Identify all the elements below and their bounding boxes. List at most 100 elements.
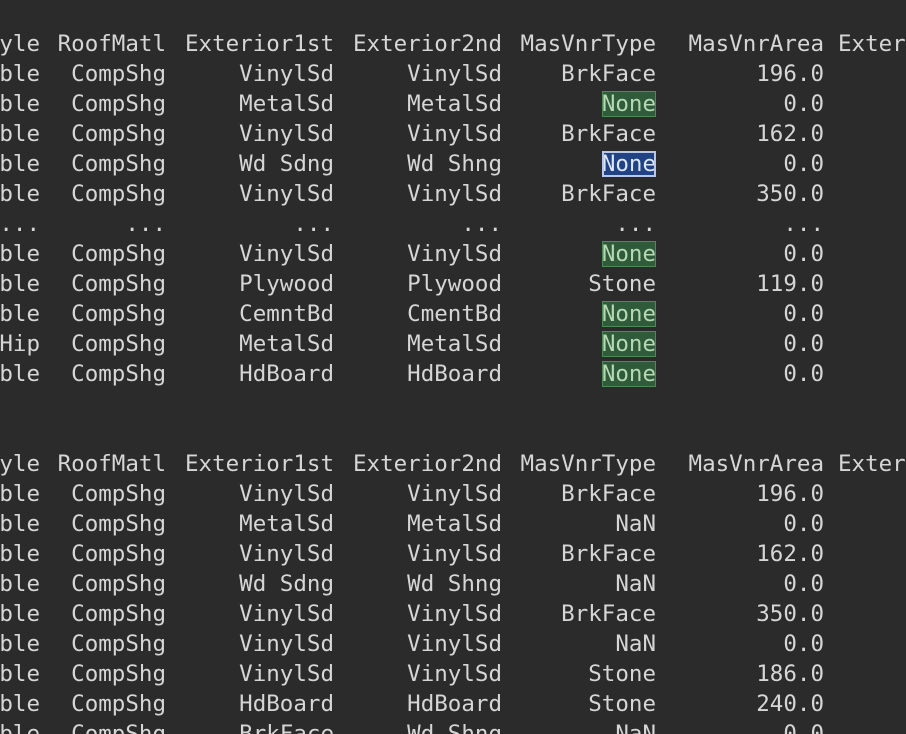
cell-exterior2nd-value: ... bbox=[461, 211, 502, 237]
cell-masvnrarea-value: 0.0 bbox=[783, 241, 824, 267]
cell-masvnrarea: 0.0 bbox=[656, 149, 824, 179]
cell-exterior2nd: Plywood bbox=[334, 269, 502, 299]
cell-masvnrtype-value: BrkFace bbox=[561, 181, 656, 207]
cell-masvnrarea-value: 0.0 bbox=[783, 91, 824, 117]
cell-exterior1st-value: VinylSd bbox=[239, 241, 334, 267]
cell-exterior1st: BrkFace bbox=[166, 719, 334, 734]
cell-style-value: ble bbox=[0, 121, 40, 147]
cell-roofmatl: CompShg bbox=[40, 599, 166, 629]
cell-exterior2nd: MetalSd bbox=[334, 509, 502, 539]
cell-masvnrarea: 350.0 bbox=[656, 179, 824, 209]
cell-roofmatl-value: CompShg bbox=[71, 601, 166, 627]
cell-roofmatl-value: ... bbox=[125, 211, 166, 237]
cell-masvnrarea: 162.0 bbox=[656, 539, 824, 569]
cell-masvnrtype: Stone bbox=[502, 659, 656, 689]
cell-exterior2nd-value: VinylSd bbox=[407, 241, 502, 267]
table-row: ble CompShg VinylSd VinylSd None 0.0 bbox=[0, 239, 906, 269]
table-row: ble CompShg HdBoard HdBoard Stone 240.0 bbox=[0, 689, 906, 719]
cell-masvnrarea-value: 350.0 bbox=[756, 181, 824, 207]
search-match-highlight[interactable]: None bbox=[601, 331, 656, 357]
search-match-highlight[interactable]: None bbox=[601, 361, 656, 387]
cell-masvnrtype-value: ... bbox=[615, 211, 656, 237]
cell-exterior1st: MetalSd bbox=[166, 509, 334, 539]
cell-style: ble bbox=[0, 629, 40, 659]
cell-exterior1st: VinylSd bbox=[166, 629, 334, 659]
cell-exterior1st: VinylSd bbox=[166, 479, 334, 509]
cell-roofmatl: CompShg bbox=[40, 569, 166, 599]
cell-exterior2nd: VinylSd bbox=[334, 629, 502, 659]
cell-style: ble bbox=[0, 539, 40, 569]
cell-exterior1st-value: Wd Sdng bbox=[239, 571, 334, 597]
cell-roofmatl: CompShg bbox=[40, 359, 166, 389]
cell-masvnrarea-value: 196.0 bbox=[756, 61, 824, 87]
cell-masvnrarea-value: 0.0 bbox=[783, 721, 824, 734]
cell-style-value: Hip bbox=[0, 331, 40, 357]
cell-style: ble bbox=[0, 149, 40, 179]
cell-roofmatl: CompShg bbox=[40, 89, 166, 119]
terminal-output[interactable]: yle RoofMatl Exterior1st Exterior2nd Mas… bbox=[0, 0, 906, 734]
cell-exterior2nd: VinylSd bbox=[334, 659, 502, 689]
cell-exterior1st: VinylSd bbox=[166, 659, 334, 689]
cell-exterior1st: Plywood bbox=[166, 269, 334, 299]
cell-style-value: ble bbox=[0, 151, 40, 177]
cell-exterior2nd-value: VinylSd bbox=[407, 181, 502, 207]
cell-masvnrarea-value: 186.0 bbox=[756, 661, 824, 687]
cell-masvnrarea: 162.0 bbox=[656, 119, 824, 149]
cell-roofmatl-value: CompShg bbox=[71, 151, 166, 177]
cell-style-value: ble bbox=[0, 691, 40, 717]
cell-style-value: ble bbox=[0, 541, 40, 567]
cell-exterior1st: CemntBd bbox=[166, 299, 334, 329]
cell-exterior1st-value: HdBoard bbox=[239, 691, 334, 717]
cell-masvnrtype: BrkFace bbox=[502, 479, 656, 509]
cell-exterior2nd: VinylSd bbox=[334, 179, 502, 209]
table-row: ble CompShg VinylSd VinylSd BrkFace 196.0 bbox=[0, 59, 906, 89]
cell-exterior1st-value: ... bbox=[293, 211, 334, 237]
header-exterior2nd: Exterior2nd bbox=[352, 451, 502, 477]
cell-masvnrarea-value: 119.0 bbox=[756, 271, 824, 297]
cell-exterior1st: HdBoard bbox=[166, 359, 334, 389]
search-match-highlight[interactable]: None bbox=[601, 241, 656, 267]
cell-masvnrtype: None bbox=[502, 239, 656, 269]
cell-masvnrtype-value: BrkFace bbox=[561, 481, 656, 507]
cell-style-value: ble bbox=[0, 61, 40, 87]
table-row: ble CompShg VinylSd VinylSd BrkFace 350.0 bbox=[0, 599, 906, 629]
cell-roofmatl: CompShg bbox=[40, 539, 166, 569]
cell-masvnrtype: BrkFace bbox=[502, 539, 656, 569]
cell-masvnrtype-value: BrkFace bbox=[561, 601, 656, 627]
cell-style: ble bbox=[0, 89, 40, 119]
cell-masvnrarea-value: 0.0 bbox=[783, 571, 824, 597]
cell-masvnrarea-value: ... bbox=[783, 211, 824, 237]
cell-masvnrarea: 0.0 bbox=[656, 569, 824, 599]
cell-masvnrarea-value: 240.0 bbox=[756, 691, 824, 717]
table-row: ble CompShg BrkFace Wd Shng NaN 0.0 bbox=[0, 719, 906, 734]
cell-style: Hip bbox=[0, 329, 40, 359]
cell-exterior1st: ... bbox=[166, 209, 334, 239]
cell-exterior2nd: HdBoard bbox=[334, 689, 502, 719]
cell-roofmatl-value: CompShg bbox=[71, 331, 166, 357]
cell-exterior2nd-value: VinylSd bbox=[407, 121, 502, 147]
cell-style-value: ble bbox=[0, 721, 40, 734]
cell-masvnrtype: BrkFace bbox=[502, 599, 656, 629]
cell-masvnrarea: 0.0 bbox=[656, 629, 824, 659]
cell-masvnrarea-value: 196.0 bbox=[756, 481, 824, 507]
cell-style: ble bbox=[0, 239, 40, 269]
cell-roofmatl: CompShg bbox=[40, 179, 166, 209]
cell-style: ble bbox=[0, 599, 40, 629]
cell-masvnrarea-value: 162.0 bbox=[756, 121, 824, 147]
search-match-highlight[interactable]: None bbox=[601, 301, 656, 327]
cell-exterior2nd-value: CmentBd bbox=[407, 301, 502, 327]
cell-masvnrtype: None bbox=[502, 359, 656, 389]
cell-exterior2nd-value: Wd Shng bbox=[407, 571, 502, 597]
cell-masvnrtype-value: BrkFace bbox=[561, 61, 656, 87]
cell-roofmatl: CompShg bbox=[40, 59, 166, 89]
header-roofmatl: RoofMatl bbox=[57, 31, 166, 57]
cell-style: ble bbox=[0, 569, 40, 599]
cell-exterior2nd: Wd Shng bbox=[334, 569, 502, 599]
search-match-highlight[interactable]: None bbox=[601, 91, 656, 117]
current-match-selection[interactable]: None bbox=[601, 151, 656, 177]
cell-masvnrarea: 240.0 bbox=[656, 689, 824, 719]
header-exterior2nd: Exterior2nd bbox=[352, 31, 502, 57]
cell-style-value: ble bbox=[0, 91, 40, 117]
cell-masvnrtype-value: NaN bbox=[615, 721, 656, 734]
cell-roofmatl: CompShg bbox=[40, 329, 166, 359]
